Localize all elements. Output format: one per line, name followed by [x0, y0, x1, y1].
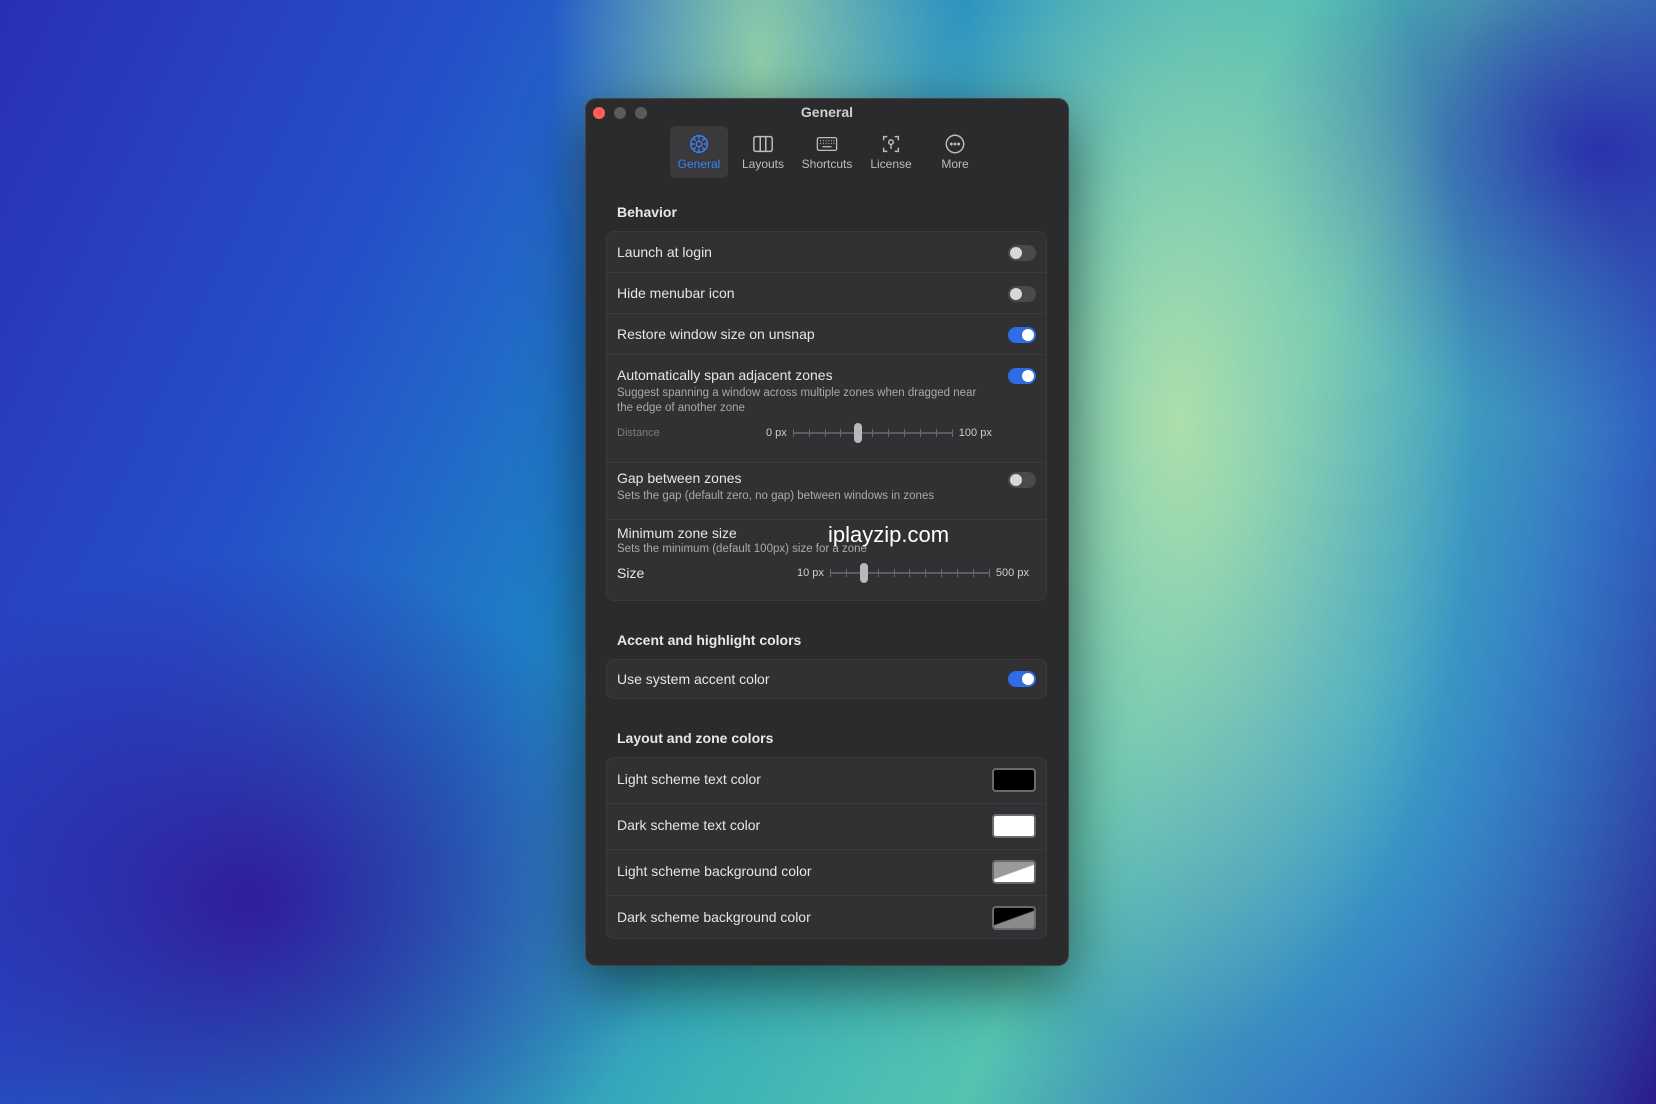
light-bg-color-swatch[interactable] — [992, 860, 1036, 884]
launch-at-login-label: Launch at login — [617, 244, 712, 260]
slider-tick — [925, 569, 927, 577]
gap-between-zones-label: Gap between zones — [617, 470, 742, 486]
gap-between-zones-description: Sets the gap (default zero, no gap) betw… — [617, 490, 935, 502]
license-icon — [882, 135, 900, 153]
slider-tick — [792, 429, 794, 437]
slider-tick — [904, 429, 906, 437]
dark-bg-color-row: Dark scheme background color — [607, 896, 1046, 938]
slider-tick — [888, 429, 890, 437]
light-text-color-swatch[interactable] — [992, 768, 1036, 792]
watermark-text: iplayzip.com — [828, 522, 950, 547]
slider-tick — [877, 569, 879, 577]
use-system-accent-toggle[interactable] — [1008, 671, 1036, 687]
light-text-color-label: Light scheme text color — [617, 771, 761, 787]
tab-shortcuts[interactable]: Shortcuts — [798, 126, 856, 178]
hide-menubar-icon-label: Hide menubar icon — [617, 285, 735, 301]
dark-bg-color-label: Dark scheme background color — [617, 909, 811, 925]
tab-more-label: More — [941, 157, 969, 171]
slider-tick — [808, 429, 810, 437]
slider-tick — [893, 569, 895, 577]
span-zones-row: Automatically span adjacent zones Sugges… — [607, 355, 1046, 463]
span-zones-toggle[interactable] — [1008, 368, 1036, 384]
columns-icon — [753, 135, 773, 153]
tab-general[interactable]: General — [670, 126, 728, 178]
ellipsis-circle-icon — [945, 134, 965, 154]
dark-text-color-label: Dark scheme text color — [617, 817, 761, 833]
launch-at-login-row: Launch at login — [607, 232, 1046, 273]
preferences-toolbar: General Layouts Shortcuts License More — [585, 126, 1069, 178]
span-zones-description: Suggest spanning a window across multipl… — [617, 387, 977, 414]
gap-between-zones-row: Gap between zones Sets the gap (default … — [607, 463, 1046, 520]
span-zones-label: Automatically span adjacent zones — [617, 367, 833, 383]
slider-tick — [840, 429, 842, 437]
slider-thumb[interactable] — [853, 423, 862, 443]
slider-tick — [872, 429, 874, 437]
launch-at-login-toggle[interactable] — [1008, 245, 1036, 261]
tab-shortcuts-label: Shortcuts — [801, 157, 853, 171]
tab-license-label: License — [870, 157, 912, 171]
use-system-accent-row: Use system accent color — [607, 660, 1046, 698]
slider-tick — [941, 569, 943, 577]
size-max-label: 500 px — [995, 567, 1029, 579]
slider-tick — [988, 569, 990, 577]
slider-tick — [957, 569, 959, 577]
dark-text-color-row: Dark scheme text color — [607, 804, 1046, 850]
accent-section-title: Accent and highlight colors — [617, 632, 802, 648]
tab-layouts[interactable]: Layouts — [734, 126, 792, 178]
window-title: General — [800, 104, 854, 120]
light-text-color-row: Light scheme text color — [607, 758, 1046, 804]
behavior-section-title: Behavior — [617, 204, 677, 220]
hide-menubar-icon-toggle[interactable] — [1008, 286, 1036, 302]
light-bg-color-row: Light scheme background color — [607, 850, 1046, 896]
slider-tick — [824, 429, 826, 437]
distance-label: Distance — [617, 427, 660, 439]
settings-window: General General Layouts Shortcuts Licens… — [585, 98, 1069, 966]
distance-min-label: 0 px — [766, 427, 787, 439]
slider-tick — [919, 429, 921, 437]
dark-text-color-swatch[interactable] — [992, 814, 1036, 838]
slider-tick — [845, 569, 847, 577]
distance-max-label: 100 px — [958, 427, 992, 439]
dark-bg-color-swatch[interactable] — [992, 906, 1036, 930]
tab-license[interactable]: License — [862, 126, 920, 178]
use-system-accent-label: Use system accent color — [617, 671, 770, 687]
tab-more[interactable]: More — [926, 126, 984, 178]
restore-window-size-label: Restore window size on unsnap — [617, 326, 815, 342]
tab-general-label: General — [677, 157, 721, 171]
keyboard-icon — [816, 136, 838, 152]
light-bg-color-label: Light scheme background color — [617, 863, 812, 879]
distance-slider[interactable] — [792, 423, 953, 443]
tab-layouts-label: Layouts — [741, 157, 785, 171]
slider-tick — [951, 429, 953, 437]
slider-tick — [973, 569, 975, 577]
accent-group: Use system accent color — [606, 659, 1047, 699]
hide-menubar-icon-row: Hide menubar icon — [607, 273, 1046, 314]
slider-tick — [829, 569, 831, 577]
title-bar: General — [585, 98, 1069, 126]
size-label: Size — [617, 565, 645, 581]
size-min-label: 10 px — [797, 567, 824, 579]
min-zone-size-row: Minimum zone size Sets the minimum (defa… — [607, 520, 1046, 600]
layout-colors-section-title: Layout and zone colors — [617, 730, 774, 746]
restore-window-size-toggle[interactable] — [1008, 327, 1036, 343]
layout-colors-group: Light scheme text color Dark scheme text… — [606, 757, 1047, 939]
gap-between-zones-toggle[interactable] — [1008, 472, 1036, 488]
slider-tick — [909, 569, 911, 577]
slider-thumb[interactable] — [860, 563, 869, 583]
distance-slider-row: 0 px 100 px — [766, 423, 992, 443]
behavior-group: Launch at login Hide menubar icon Restor… — [606, 231, 1047, 601]
restore-window-size-row: Restore window size on unsnap — [607, 314, 1046, 355]
size-slider-row: 10 px 500 px — [797, 563, 1029, 583]
size-slider[interactable] — [829, 563, 990, 583]
slider-tick — [935, 429, 937, 437]
gear-icon — [690, 135, 708, 153]
